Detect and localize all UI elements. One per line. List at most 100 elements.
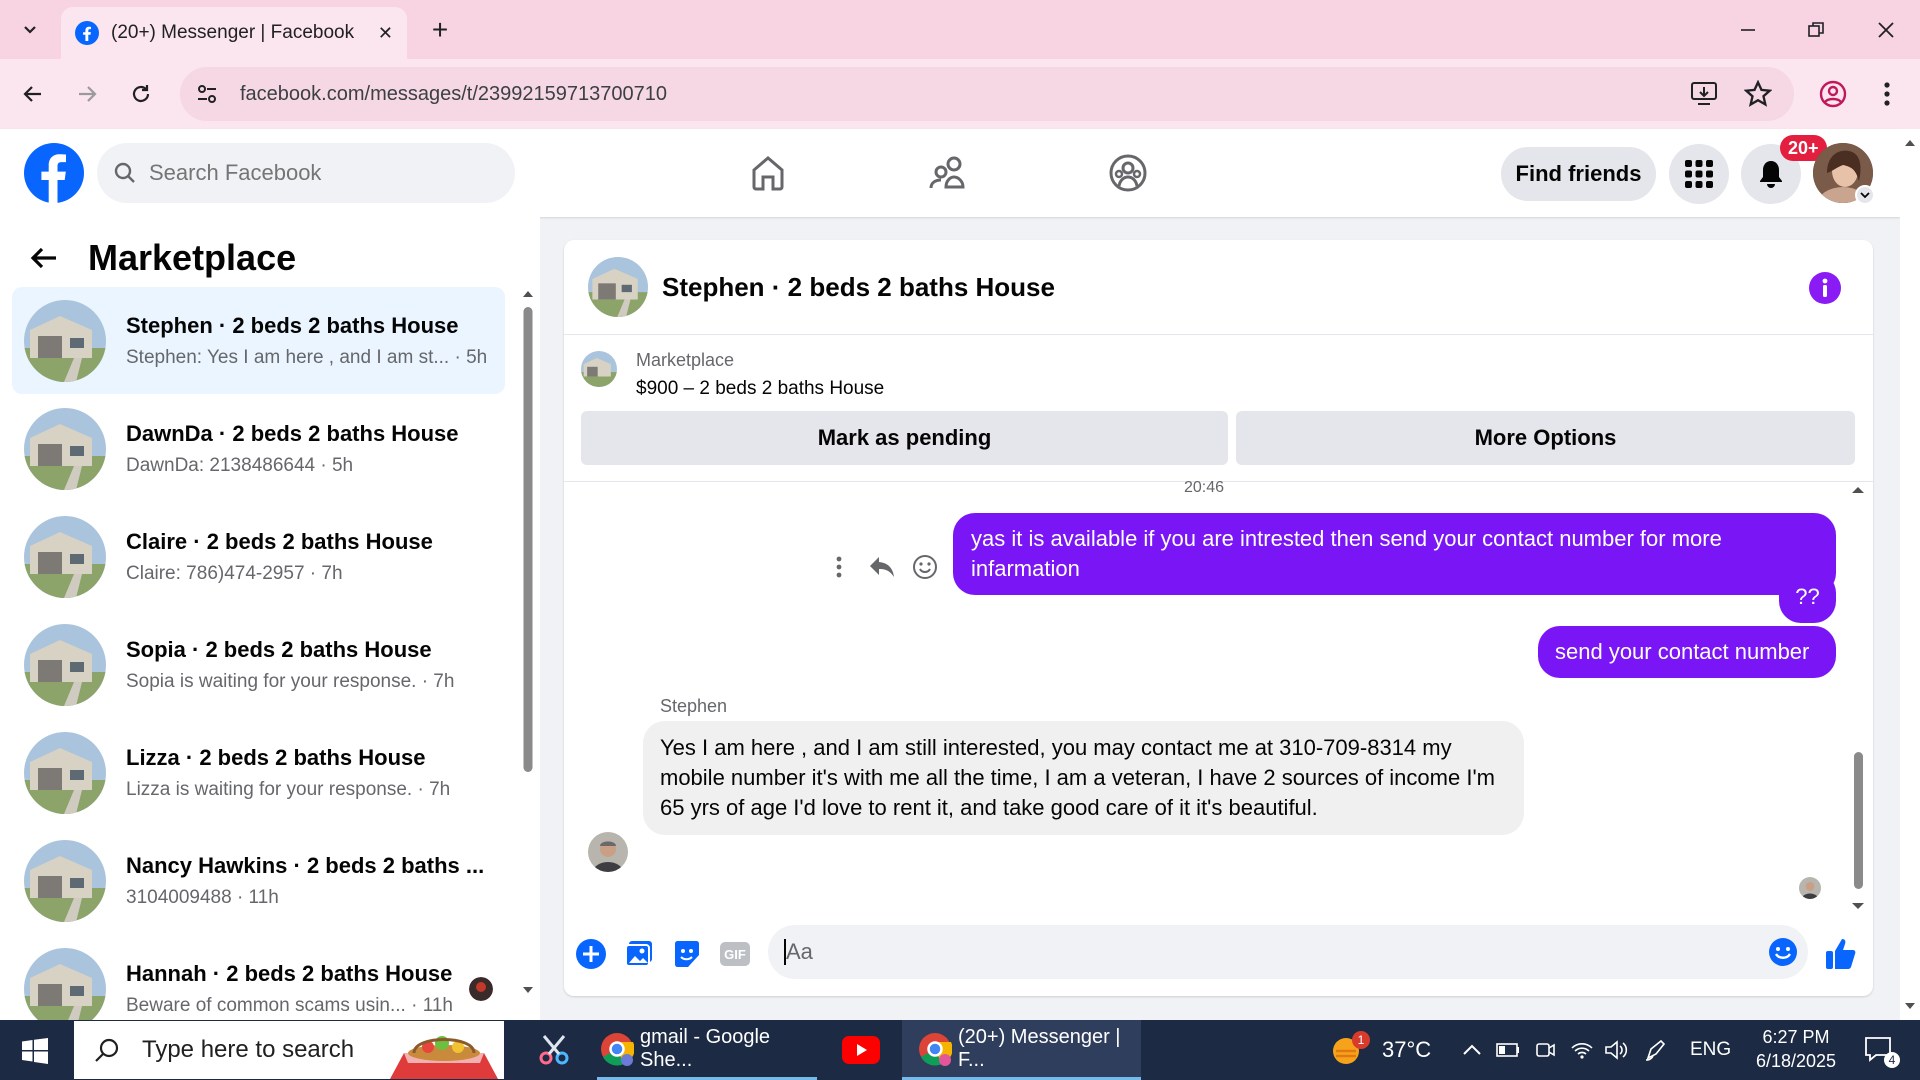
wifi-icon[interactable] [1570, 1020, 1594, 1080]
chat-panel: Stephen · 2 beds 2 baths House Marketpla… [564, 240, 1873, 996]
conversation-item[interactable]: Stephen · 2 beds 2 baths House Stephen: Y… [12, 287, 505, 394]
restore-icon[interactable] [1796, 14, 1836, 46]
back-icon[interactable] [16, 77, 50, 111]
reload-icon[interactable] [124, 77, 158, 111]
show-hidden-icons-chevron[interactable] [1462, 1020, 1482, 1080]
home-icon[interactable] [748, 153, 788, 193]
conversation-preview: Lizza is waiting for your response. · 7h [126, 778, 451, 800]
listing-price-title[interactable]: $900 – 2 beds 2 baths House [636, 378, 884, 400]
account-chevron-icon[interactable] [1855, 185, 1875, 205]
menu-grid-button[interactable] [1669, 144, 1729, 204]
message-input-placeholder[interactable]: Aa [786, 939, 813, 965]
taskbar-snipping-icon[interactable] [524, 1020, 584, 1080]
close-tab-icon[interactable]: ✕ [378, 23, 393, 44]
conversation-name: DawnDa · 2 beds 2 baths House [126, 420, 459, 446]
conversation-thumbnail [24, 839, 106, 922]
conversation-preview: 3104009488 · 11h [126, 886, 279, 908]
more-options-button[interactable]: More Options [1236, 411, 1855, 465]
add-plus-icon[interactable] [575, 938, 607, 970]
conversation-thumbnail [24, 299, 106, 382]
close-window-icon[interactable] [1866, 14, 1906, 46]
battery-icon[interactable] [1496, 1020, 1520, 1080]
conversation-preview: DawnDa: 2138486644 · 5h [126, 454, 354, 476]
meet-now-icon[interactable] [1534, 1020, 1556, 1080]
conversation-thumbnail [24, 515, 106, 598]
pen-icon[interactable] [1644, 1020, 1668, 1080]
conversation-item[interactable]: Sopia · 2 beds 2 baths House Sopia is wai… [12, 611, 505, 718]
url-text[interactable]: facebook.com/messages/t/2399215971370071… [240, 83, 667, 106]
gif-button[interactable]: GIF [720, 942, 750, 966]
taskbar-app-gmail-sheets[interactable]: gmail - Google She... [597, 1020, 817, 1080]
notification-center-icon[interactable]: 4 [1856, 1020, 1902, 1080]
conversation-preview: Stephen: Yes I am here , and I am st... … [126, 346, 488, 368]
search-icon [113, 161, 137, 185]
thread-scrollbar[interactable] [1850, 483, 1866, 923]
conversation-item[interactable]: Claire · 2 beds 2 baths House Claire: 786… [12, 503, 505, 610]
info-icon[interactable] [1808, 271, 1842, 305]
weather-sun-icon: 1 [1330, 1031, 1370, 1067]
conversation-item[interactable]: Nancy Hawkins · 2 beds 2 baths ... 310400… [12, 827, 505, 934]
reply-icon[interactable] [869, 555, 895, 579]
sender-avatar[interactable] [588, 832, 628, 872]
browser-tab-bar: (20+) Messenger | Facebook ✕ + [0, 0, 1920, 59]
facebook-favicon-icon [75, 21, 99, 45]
conversation-item[interactable]: Lizza · 2 beds 2 baths House Lizza is wai… [12, 719, 505, 826]
system-clock[interactable]: 6:27 PM 6/18/2025 [1748, 1025, 1844, 1073]
taskbar-youtube-icon[interactable] [840, 1020, 882, 1080]
back-arrow-icon[interactable] [28, 242, 60, 274]
bookmark-star-icon[interactable] [1744, 80, 1772, 108]
search-input[interactable] [149, 160, 469, 186]
sidebar-scrollbar[interactable] [522, 287, 534, 997]
chat-title[interactable]: Stephen · 2 beds 2 baths House [662, 272, 1055, 303]
message-input-box[interactable]: Aa [768, 925, 1808, 979]
outgoing-message-1[interactable]: yas it is available if you are intrested… [953, 513, 1836, 595]
clock-time: 6:27 PM [1762, 1027, 1830, 1047]
browser-menu-icon[interactable] [1870, 77, 1904, 111]
listing-card: Marketplace $900 – 2 beds 2 baths House … [564, 336, 1873, 482]
facebook-search-box[interactable] [97, 143, 515, 203]
minimize-icon[interactable] [1728, 14, 1768, 46]
profile-icon[interactable] [1816, 77, 1850, 111]
photo-icon[interactable] [624, 939, 654, 969]
chat-contact-avatar[interactable] [588, 257, 648, 317]
browser-toolbar: facebook.com/messages/t/2399215971370071… [0, 59, 1920, 129]
conversation-item[interactable]: Hannah · 2 beds 2 baths House Beware of c… [12, 935, 505, 1020]
incoming-message[interactable]: Yes I am here , and I am still intereste… [643, 721, 1524, 835]
install-app-icon[interactable] [1690, 81, 1718, 107]
address-bar[interactable]: facebook.com/messages/t/2399215971370071… [180, 67, 1794, 121]
mark-as-pending-button[interactable]: Mark as pending [581, 411, 1228, 465]
taskbar-search-placeholder[interactable]: Type here to search [142, 1036, 354, 1064]
taskbar-app-messenger[interactable]: (20+) Messenger | F... [902, 1020, 1141, 1080]
conversation-item[interactable]: DawnDa · 2 beds 2 baths House DawnDa: 213… [12, 395, 505, 502]
react-emoji-icon[interactable] [912, 554, 938, 580]
find-friends-button[interactable]: Find friends [1501, 147, 1656, 201]
outgoing-message-3[interactable]: send your contact number [1538, 626, 1836, 678]
new-tab-button[interactable]: + [424, 14, 456, 46]
read-receipt-avatar [1799, 877, 1821, 899]
windows-start-icon[interactable] [22, 1038, 48, 1064]
language-indicator[interactable]: ENG [1690, 1020, 1731, 1080]
browser-tab-messenger[interactable]: (20+) Messenger | Facebook ✕ [61, 7, 407, 59]
conversation-thumbnail [24, 623, 106, 706]
weather-widget[interactable]: 1 37°C [1330, 1020, 1431, 1080]
page-scrollbar[interactable] [1900, 129, 1920, 1020]
groups-icon[interactable] [1108, 153, 1148, 193]
facebook-logo-icon[interactable] [24, 143, 84, 203]
friends-icon[interactable] [928, 153, 968, 193]
windows-taskbar: Type here to search gmail - Google She..… [0, 1020, 1920, 1080]
outgoing-message-2[interactable]: ?? [1779, 571, 1836, 623]
thumbs-up-icon[interactable] [1824, 937, 1858, 971]
site-info-icon[interactable] [194, 81, 220, 107]
emoji-icon[interactable] [1768, 937, 1798, 967]
forward-icon[interactable] [70, 77, 104, 111]
seen-avatar-icon [469, 977, 493, 1001]
taskbar-search-box[interactable]: Type here to search [74, 1021, 504, 1079]
sender-name: Stephen [660, 696, 728, 716]
sticker-icon[interactable] [672, 939, 702, 969]
weather-badge: 1 [1352, 1031, 1370, 1049]
listing-thumbnail[interactable] [581, 351, 617, 387]
volume-icon[interactable] [1604, 1020, 1630, 1080]
chrome-icon [918, 1032, 952, 1066]
tab-search-chevron-icon[interactable] [14, 14, 46, 46]
more-actions-icon[interactable] [835, 555, 843, 579]
